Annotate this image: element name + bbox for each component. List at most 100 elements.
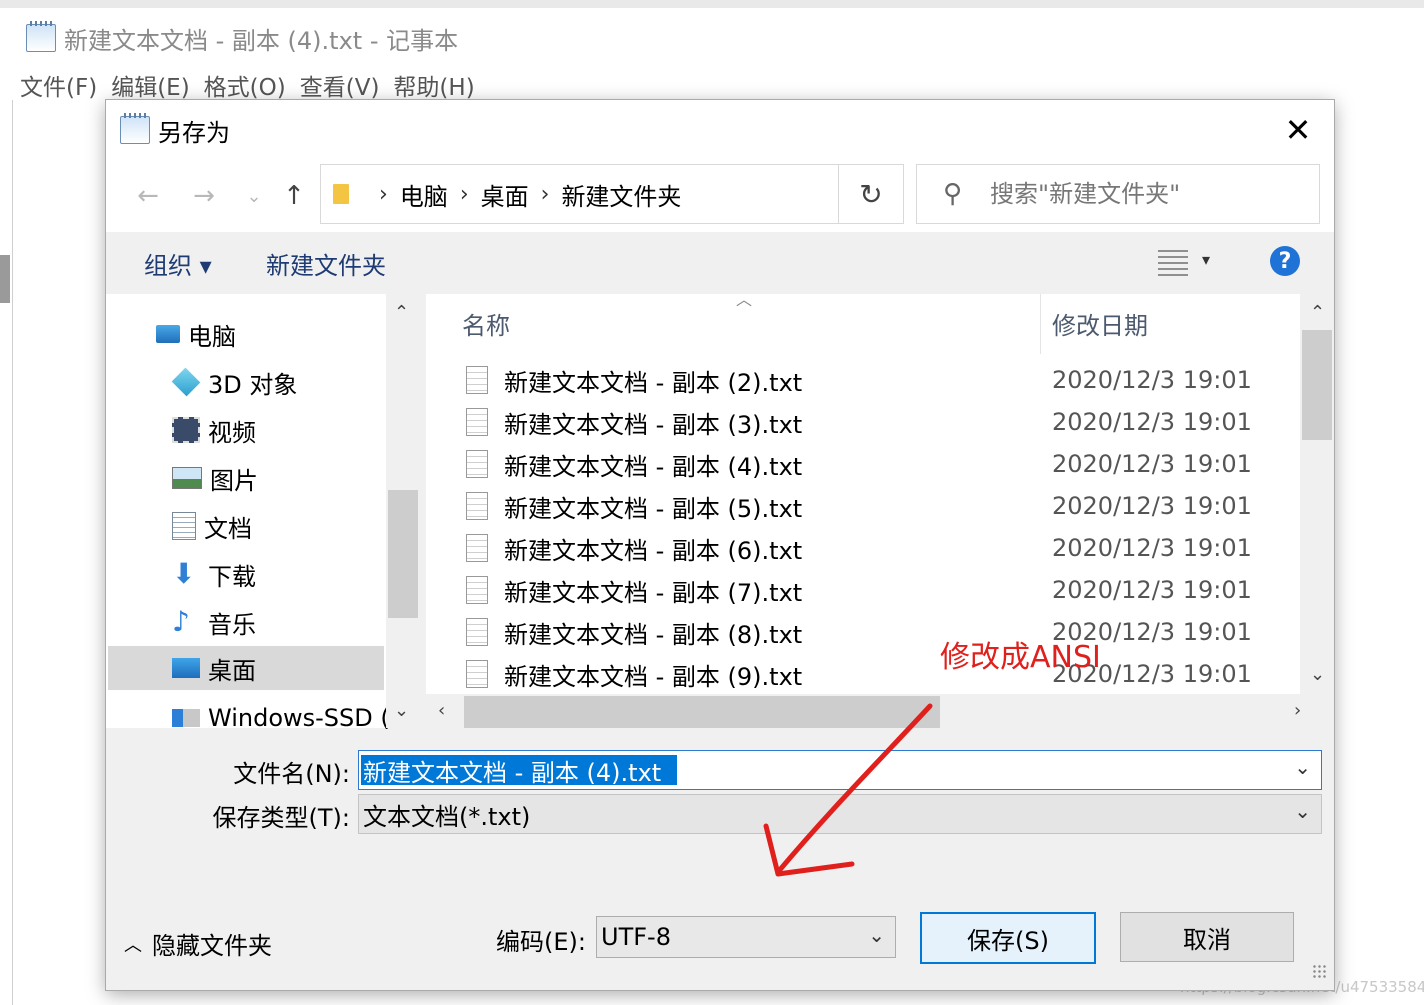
- text-file-icon: [466, 492, 488, 520]
- file-name: 新建文本文档 - 副本 (4).txt: [504, 452, 803, 481]
- menu-view[interactable]: 查看(V): [300, 68, 380, 102]
- navigation-pane: 电脑 3D 对象 视频 图片 文档 ⬇ 下载 ♪ 音乐 桌面 Windows-S…: [106, 294, 418, 732]
- hide-folders-toggle[interactable]: ︿ 隐藏文件夹: [124, 926, 272, 961]
- new-folder-button[interactable]: 新建文件夹: [266, 246, 386, 281]
- text-file-icon: [466, 618, 488, 646]
- tree-item-videos[interactable]: 视频: [172, 408, 256, 452]
- chevron-right-icon[interactable]: ›: [1294, 700, 1301, 721]
- search-input[interactable]: [988, 179, 1293, 209]
- search-icon: ⚲: [943, 179, 963, 209]
- refresh-icon: ↻: [859, 177, 883, 211]
- chevron-right-icon: ›: [379, 181, 388, 207]
- chevron-down-icon[interactable]: ⌄: [1294, 799, 1311, 823]
- dialog-titlebar: 另存为 ✕: [106, 100, 1334, 160]
- menu-format[interactable]: 格式(O): [204, 68, 286, 102]
- taskbar-strip: [0, 0, 1424, 8]
- up-button[interactable]: ↑: [274, 178, 314, 214]
- save-button[interactable]: 保存(S): [920, 912, 1096, 964]
- save-type-select[interactable]: 文本文档(*.txt) ⌄: [358, 794, 1322, 834]
- breadcrumb-desktop[interactable]: 桌面: [481, 177, 529, 212]
- encoding-label: 编码(E):: [496, 928, 586, 956]
- tree-item-computer[interactable]: 电脑: [156, 312, 236, 356]
- file-name: 新建文本文档 - 副本 (7).txt: [504, 578, 803, 607]
- sort-ascending-icon: ︿: [736, 290, 753, 309]
- menu-file[interactable]: 文件(F): [20, 68, 97, 102]
- view-options-icon[interactable]: [1158, 250, 1188, 276]
- navigation-scrollbar-thumb[interactable]: [388, 490, 418, 618]
- tree-item-desktop[interactable]: 桌面: [108, 646, 384, 690]
- film-icon: [172, 417, 200, 443]
- recent-locations-button[interactable]: ⌄: [234, 178, 274, 214]
- filename-input[interactable]: [361, 755, 677, 785]
- file-row[interactable]: 新建文本文档 - 副本 (4).txt 2020/12/3 19:01: [466, 444, 1286, 484]
- chevron-up-icon[interactable]: ⌃: [1310, 302, 1325, 323]
- filename-combobox[interactable]: ⌄: [358, 750, 1322, 790]
- forward-button[interactable]: →: [184, 178, 224, 214]
- resize-grip[interactable]: [1312, 964, 1328, 980]
- column-header-name[interactable]: 名称: [462, 306, 510, 341]
- file-row[interactable]: 新建文本文档 - 副本 (6).txt 2020/12/3 19:01: [466, 528, 1286, 568]
- tree-item-windows-ssd[interactable]: Windows-SSD (: [172, 696, 390, 740]
- address-bar[interactable]: › 电脑 › 桌面 › 新建文件夹 ⌄: [320, 164, 904, 224]
- file-date: 2020/12/3 19:01: [1052, 408, 1252, 436]
- back-button[interactable]: ←: [128, 178, 168, 214]
- text-file-icon: [466, 660, 488, 688]
- breadcrumb-new-folder[interactable]: 新建文件夹: [561, 177, 681, 212]
- file-row[interactable]: 新建文本文档 - 副本 (9).txt 2020/12/3 19:01: [466, 654, 1286, 694]
- encoding-value: UTF-8: [601, 923, 671, 951]
- text-file-icon: [466, 366, 488, 394]
- cube-icon: [171, 367, 201, 397]
- search-box[interactable]: ⚲: [916, 164, 1320, 224]
- tree-item-pictures[interactable]: 图片: [172, 456, 258, 500]
- text-file-icon: [466, 450, 488, 478]
- column-header-date[interactable]: 修改日期: [1052, 306, 1148, 341]
- encoding-select[interactable]: UTF-8 ⌄: [596, 916, 896, 958]
- chevron-left-icon[interactable]: ‹: [438, 700, 445, 721]
- arrow-left-icon: ←: [137, 181, 159, 211]
- text-file-icon: [466, 576, 488, 604]
- file-name: 新建文本文档 - 副本 (3).txt: [504, 410, 803, 439]
- file-row[interactable]: 新建文本文档 - 副本 (5).txt 2020/12/3 19:01: [466, 486, 1286, 526]
- cancel-button[interactable]: 取消: [1120, 912, 1294, 962]
- tree-item-label: 音乐: [208, 610, 256, 639]
- file-row[interactable]: 新建文本文档 - 副本 (3).txt 2020/12/3 19:01: [466, 402, 1286, 442]
- file-row[interactable]: 新建文本文档 - 副本 (7).txt 2020/12/3 19:01: [466, 570, 1286, 610]
- vertical-scrollbar-thumb[interactable]: [1302, 330, 1332, 440]
- help-button[interactable]: ?: [1270, 246, 1300, 276]
- filename-label: 文件名(N):: [233, 760, 350, 788]
- refresh-button[interactable]: ↻: [838, 164, 904, 224]
- file-row[interactable]: 新建文本文档 - 副本 (2).txt 2020/12/3 19:01: [466, 360, 1286, 400]
- view-dropdown-icon[interactable]: ▾: [1202, 250, 1210, 269]
- chevron-down-icon[interactable]: ⌄: [868, 923, 885, 947]
- notepad-icon: [120, 113, 150, 144]
- file-row[interactable]: 新建文本文档 - 副本 (8).txt 2020/12/3 19:01: [466, 612, 1286, 652]
- file-date: 2020/12/3 19:01: [1052, 576, 1252, 604]
- chevron-up-icon[interactable]: ⌃: [394, 302, 409, 323]
- tree-item-music[interactable]: ♪ 音乐: [172, 600, 256, 644]
- chevron-down-icon[interactable]: ⌄: [1310, 664, 1325, 685]
- command-bar: 组织 ▾ 新建文件夹 ▾ ?: [106, 232, 1334, 294]
- chevron-down-icon[interactable]: ⌄: [1294, 755, 1311, 779]
- tree-item-label: Windows-SSD (: [208, 704, 390, 732]
- organize-button[interactable]: 组织 ▾: [144, 246, 212, 281]
- file-name: 新建文本文档 - 副本 (6).txt: [504, 536, 803, 565]
- text-file-icon: [466, 408, 488, 436]
- close-button[interactable]: ✕: [1270, 108, 1326, 152]
- tree-item-documents[interactable]: 文档: [172, 504, 252, 548]
- file-date: 2020/12/3 19:01: [1052, 492, 1252, 520]
- tree-item-label: 视频: [208, 418, 256, 447]
- tree-item-3d-objects[interactable]: 3D 对象: [171, 360, 297, 404]
- background-edge: [0, 255, 10, 303]
- breadcrumb-computer[interactable]: 电脑: [400, 177, 448, 212]
- menu-help[interactable]: 帮助(H): [393, 68, 474, 102]
- chevron-down-icon[interactable]: ⌄: [394, 700, 409, 721]
- horizontal-scrollbar-thumb[interactable]: [464, 696, 940, 728]
- document-icon: [172, 512, 196, 540]
- menu-edit[interactable]: 编辑(E): [111, 68, 189, 102]
- arrow-up-icon: ↑: [283, 181, 305, 211]
- notepad-title: 新建文本文档 - 副本 (4).txt - 记事本: [64, 26, 459, 55]
- music-icon: ♪: [172, 605, 190, 638]
- tree-item-downloads[interactable]: ⬇ 下载: [172, 552, 256, 596]
- column-divider[interactable]: [1040, 294, 1041, 354]
- tree-item-label: 桌面: [208, 656, 256, 685]
